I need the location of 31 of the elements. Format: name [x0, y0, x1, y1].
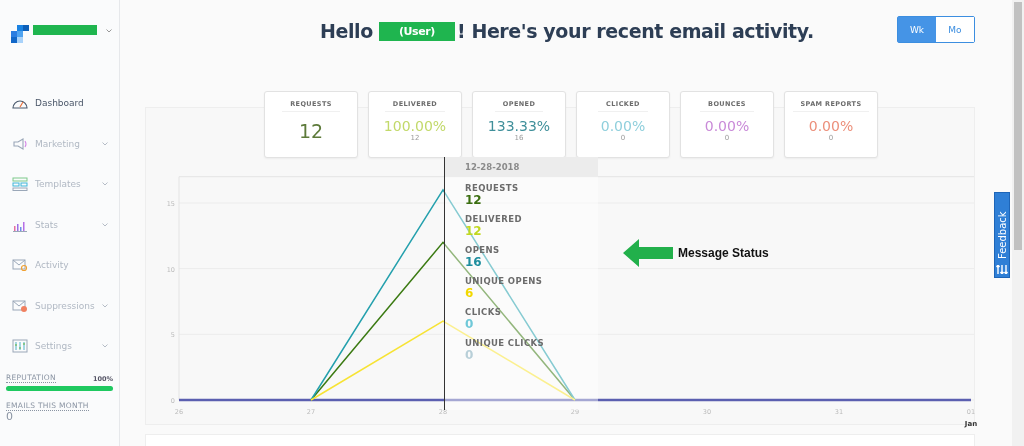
nav-item[interactable]: Settings — [0, 326, 119, 367]
tooltip-label: REQUESTS — [465, 183, 520, 193]
feedback-tab[interactable]: Feedback — [994, 192, 1010, 278]
tooltip-value: 12 — [465, 224, 483, 239]
stat-value: 0.00% — [704, 118, 750, 134]
nav-item[interactable]: Marketing — [0, 123, 119, 164]
greeting-text: Hello — [320, 20, 373, 42]
stat-value: 0.00% — [808, 118, 854, 134]
period-toggle-button[interactable]: Wk — [898, 17, 936, 42]
stat-value: 100.00% — [383, 118, 447, 134]
period-toggle-button[interactable]: Mo — [936, 17, 974, 42]
heading-text: ! Here's your recent email activity. — [456, 20, 814, 42]
stat-value: 12 — [298, 120, 324, 142]
tooltip-value: 12 — [465, 193, 483, 208]
stat-value: 133.33% — [487, 118, 551, 134]
nav-item[interactable]: Dashboard — [0, 83, 119, 124]
tooltip-value: 0 — [465, 348, 475, 363]
stat-value: 0.00% — [600, 118, 646, 134]
tooltip-date: 12-28-2018 — [445, 157, 598, 177]
tooltip-value: 0 — [465, 317, 475, 332]
nav-item[interactable]: Activity — [0, 245, 119, 286]
nav-item[interactable]: Templates — [0, 164, 119, 205]
nav-item[interactable]: Suppressions — [0, 285, 119, 326]
nav-item[interactable]: Stats — [0, 204, 119, 245]
tooltip-value: 16 — [465, 255, 483, 270]
tooltip-label: CLICKS — [465, 307, 503, 317]
user-name-badge: (User) — [378, 21, 455, 41]
annotation-text: Message Status — [678, 246, 769, 260]
emails-count: 0 — [6, 410, 14, 422]
tooltip-label: DELIVERED — [465, 214, 523, 224]
tooltip-value: 6 — [465, 286, 475, 301]
